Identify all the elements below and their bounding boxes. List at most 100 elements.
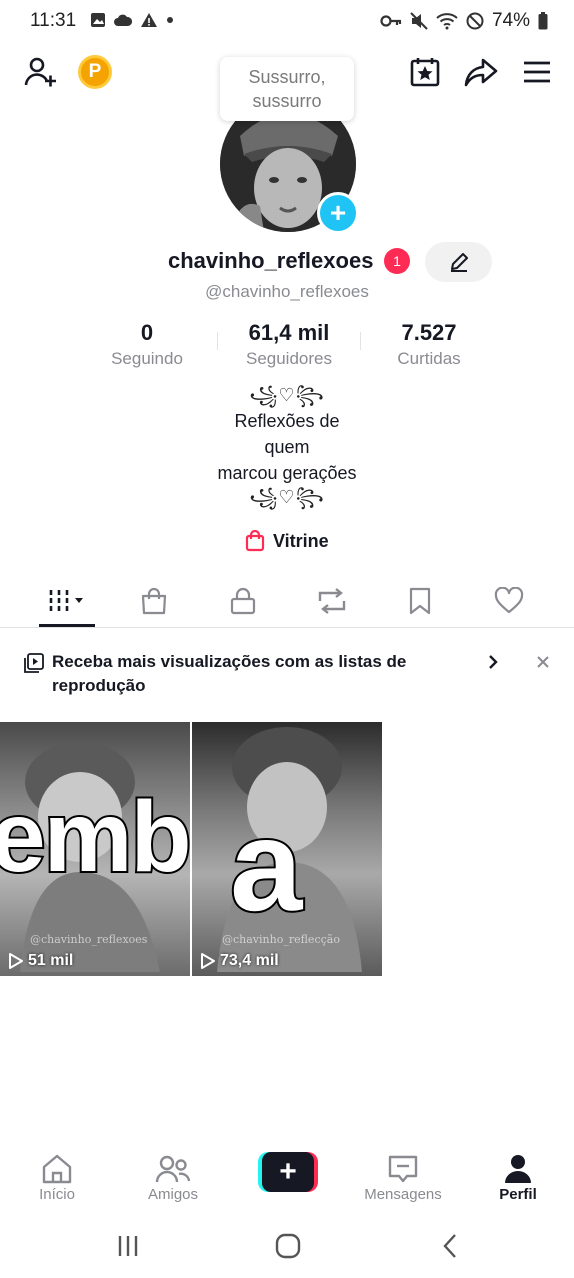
view-count-value: 73,4 mil xyxy=(220,952,279,969)
calendar-star-icon xyxy=(410,58,440,87)
videos-tab[interactable] xyxy=(39,578,95,624)
cloud-icon xyxy=(114,14,132,26)
nav-profile[interactable]: Perfil xyxy=(473,1152,563,1203)
nav-inbox-label: Mensagens xyxy=(364,1186,442,1203)
playlist-promo[interactable]: Receba mais visualizações com as listas … xyxy=(24,650,494,698)
shopping-bag-icon xyxy=(245,530,265,552)
stat-following-label: Seguindo xyxy=(111,349,183,368)
stat-following-value: 0 xyxy=(140,320,154,345)
stat-followers[interactable]: 61,4 mil Seguidores xyxy=(224,320,354,369)
system-nav-bar xyxy=(0,1222,574,1278)
bio-line: quem xyxy=(264,437,310,457)
video-overlay-text: embr xyxy=(0,779,190,895)
dot-icon xyxy=(167,17,173,23)
stat-likes-label: Curtidas xyxy=(397,349,461,368)
battery-icon xyxy=(538,12,548,30)
coin-icon: P xyxy=(78,55,112,89)
add-user-icon xyxy=(24,57,56,87)
promo-open-button[interactable] xyxy=(484,652,502,672)
video-thumbnail[interactable]: embr @chavinho_reflexoes 51 mil xyxy=(0,722,190,976)
stat-likes[interactable]: 7.527 Curtidas xyxy=(364,320,494,369)
home-button-icon[interactable] xyxy=(275,1233,301,1259)
promo-text: Receba mais visualizações com as listas … xyxy=(52,652,407,695)
promo-close-button[interactable] xyxy=(534,652,552,672)
mute-icon xyxy=(410,12,428,30)
profile-tabs xyxy=(0,578,574,628)
back-icon[interactable] xyxy=(440,1233,460,1259)
create-button[interactable]: + xyxy=(258,1152,318,1192)
video-watermark: @chavinho_reflexoes xyxy=(30,933,148,946)
stat-likes-value: 7.527 xyxy=(401,320,457,345)
liked-tab[interactable] xyxy=(481,578,537,624)
nav-friends-label: Amigos xyxy=(147,1186,199,1203)
gallery-icon xyxy=(91,13,105,27)
chevron-right-icon xyxy=(489,655,498,669)
nav-friends[interactable]: Amigos xyxy=(128,1152,218,1203)
play-icon xyxy=(9,953,23,969)
active-tab-indicator xyxy=(39,624,95,627)
bio-line: marcou gerações xyxy=(217,463,357,483)
bag-icon xyxy=(141,587,167,615)
profile-icon xyxy=(505,1155,531,1183)
grid-icon xyxy=(49,590,83,611)
home-icon xyxy=(42,1154,72,1184)
profile-handle: @chavinho_reflexoes xyxy=(205,282,369,301)
nav-home[interactable]: Início xyxy=(12,1152,102,1203)
vitrine-link[interactable]: Vitrine xyxy=(245,530,329,552)
play-icon xyxy=(201,953,215,969)
video-thumbnail[interactable]: a @chavinho_reflecção 73,4 mil xyxy=(192,722,382,976)
plus-icon: + xyxy=(329,197,347,228)
stat-followers-label: Seguidores xyxy=(245,349,332,368)
add-avatar-button[interactable]: + xyxy=(317,192,359,234)
bio-line: Reflexões de xyxy=(234,411,340,431)
favorites-tab[interactable] xyxy=(392,578,448,624)
pencil-icon xyxy=(450,253,468,272)
view-count: 73,4 mil xyxy=(200,952,279,970)
menu-button[interactable] xyxy=(517,52,557,92)
video-watermark: @chavinho_reflecção xyxy=(222,933,340,946)
close-icon xyxy=(537,656,549,668)
lock-icon xyxy=(230,587,256,615)
dnd-icon xyxy=(466,12,484,30)
reposts-tab[interactable] xyxy=(304,578,360,624)
share-icon xyxy=(464,58,498,87)
coins-button[interactable]: P xyxy=(78,55,112,89)
warning-icon xyxy=(141,13,157,27)
battery-percent: 74% xyxy=(491,10,530,31)
notification-badge: 1 xyxy=(384,248,410,274)
heart-icon xyxy=(494,587,524,614)
hamburger-icon xyxy=(524,61,550,83)
private-tab[interactable] xyxy=(215,578,271,624)
display-name: chavinho_reflexoes xyxy=(168,248,374,273)
wifi-icon xyxy=(436,13,458,30)
status-system-icons: 74% xyxy=(380,10,548,32)
share-profile-button[interactable] xyxy=(461,52,501,92)
recents-icon[interactable] xyxy=(116,1234,140,1258)
add-friend-button[interactable] xyxy=(20,52,60,92)
status-notification-icons xyxy=(90,12,174,28)
stat-divider xyxy=(360,332,361,350)
stat-divider xyxy=(217,332,218,350)
nav-home-label: Início xyxy=(39,1186,75,1203)
nav-profile-label: Perfil xyxy=(499,1186,537,1203)
status-time: 11:31 xyxy=(30,10,77,31)
video-overlay-text: a xyxy=(228,790,304,940)
inbox-icon xyxy=(388,1155,418,1183)
nav-inbox[interactable]: Mensagens xyxy=(358,1152,448,1203)
bio-ornament-bottom: ꧁♡꧂ xyxy=(249,487,325,507)
stat-following[interactable]: 0 Seguindo xyxy=(82,320,212,369)
plus-icon: + xyxy=(262,1152,314,1192)
friends-icon xyxy=(155,1155,191,1183)
tooltip-bubble: Sussurro, sussurro xyxy=(220,57,354,121)
view-count: 51 mil xyxy=(8,952,73,970)
bookmark-icon xyxy=(409,587,431,615)
playlist-icon xyxy=(24,653,44,673)
view-count-value: 51 mil xyxy=(28,952,74,969)
stat-followers-value: 61,4 mil xyxy=(248,320,330,345)
key-icon xyxy=(380,15,402,27)
repost-icon xyxy=(318,588,346,614)
shop-tab[interactable] xyxy=(126,578,182,624)
edit-profile-button[interactable] xyxy=(425,242,492,282)
calendar-button[interactable] xyxy=(405,52,445,92)
vitrine-label: Vitrine xyxy=(273,530,329,551)
